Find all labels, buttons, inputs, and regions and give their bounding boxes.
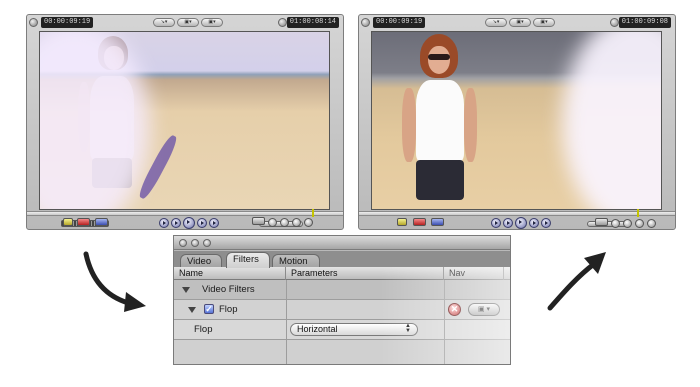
play-around-button[interactable] bbox=[209, 218, 219, 228]
disclosure-triangle-icon[interactable] bbox=[182, 287, 190, 293]
disclosure-triangle-icon[interactable] bbox=[188, 307, 196, 313]
delete-filter-icon[interactable]: ✕ bbox=[448, 303, 461, 316]
viewer-window-original: 00:00:09:19 ↘▾ ▣▾ ▣▾ 01:00:08:14 bbox=[26, 14, 344, 230]
add-marker-icon[interactable] bbox=[431, 218, 444, 226]
filter-name: Flop bbox=[219, 304, 238, 315]
timecode-jog-icon[interactable] bbox=[361, 18, 370, 27]
next-edit-button[interactable] bbox=[197, 218, 207, 228]
timecode-jog-icon[interactable] bbox=[29, 18, 38, 27]
zoom-popup[interactable]: ↘▾ bbox=[153, 18, 175, 27]
display-popup[interactable]: ▣▾ bbox=[201, 18, 223, 27]
viewer-top-bar: 00:00:09:19 ↘▾ ▣▾ ▣▾ 01:00:08:14 bbox=[27, 15, 343, 31]
previous-edit-button[interactable] bbox=[503, 218, 513, 228]
nav-menu-icon[interactable]: ▣ ▾ bbox=[468, 303, 500, 316]
play-in-to-out-button[interactable] bbox=[159, 218, 169, 228]
column-name[interactable]: Name bbox=[174, 267, 286, 280]
flop-direction-select[interactable]: Horizontal ▲ ▼ bbox=[290, 323, 418, 336]
tab-motion[interactable]: Motion bbox=[272, 254, 320, 268]
add-keyframe-button[interactable] bbox=[292, 218, 301, 227]
match-frame-icon[interactable] bbox=[63, 218, 73, 226]
timecode-duration[interactable]: 00:00:09:19 bbox=[41, 17, 94, 28]
timecode-duration[interactable]: 00:00:09:19 bbox=[373, 17, 426, 28]
select-arrows-icon: ▲ ▼ bbox=[405, 323, 411, 334]
insert-edit-icon[interactable] bbox=[595, 218, 608, 226]
curved-arrow-up-right-icon bbox=[547, 252, 606, 311]
timecode-current[interactable]: 01:00:08:14 bbox=[286, 17, 339, 28]
tab-filters[interactable]: Filters bbox=[226, 252, 270, 268]
scrubber-bar[interactable] bbox=[27, 211, 343, 216]
play-button[interactable] bbox=[515, 217, 527, 229]
light-flare-image bbox=[562, 32, 661, 209]
insert-edit-icon[interactable] bbox=[252, 217, 265, 225]
viewer-top-bar: 00:00:09:19 ↘▾ ▣▾ ▣▾ 01:00:09:08 bbox=[359, 15, 675, 31]
mark-in-button[interactable] bbox=[611, 219, 620, 228]
mark-out-button[interactable] bbox=[623, 219, 632, 228]
timecode-jog-icon[interactable] bbox=[610, 18, 619, 27]
play-in-to-out-button[interactable] bbox=[491, 218, 501, 228]
video-frame-original bbox=[39, 31, 330, 210]
timecode-jog-icon[interactable] bbox=[278, 18, 287, 27]
table-row-flop-filter: ✓ Flop ✕ ▣ ▾ bbox=[174, 300, 510, 320]
viewer-left-right-buttons bbox=[252, 217, 344, 229]
table-row-empty bbox=[174, 340, 510, 364]
column-nav[interactable]: Nav bbox=[444, 267, 504, 280]
view-popup[interactable]: ▣▾ bbox=[177, 18, 199, 27]
playhead[interactable] bbox=[312, 209, 314, 217]
filters-panel: Video Filters Motion Name Parameters Nav… bbox=[173, 235, 511, 365]
previous-edit-button[interactable] bbox=[171, 218, 181, 228]
minimize-window-icon[interactable] bbox=[191, 239, 199, 247]
add-marker-icon[interactable] bbox=[95, 218, 108, 226]
group-label: Video Filters bbox=[202, 284, 255, 295]
tab-video[interactable]: Video bbox=[180, 254, 222, 268]
timecode-current[interactable]: 01:00:09:08 bbox=[618, 17, 671, 28]
table-row-video-filters: Video Filters bbox=[174, 280, 510, 300]
zoom-popup[interactable]: ↘▾ bbox=[485, 18, 507, 27]
playhead[interactable] bbox=[637, 209, 639, 217]
filter-enabled-checkbox[interactable]: ✓ bbox=[204, 304, 214, 314]
close-window-icon[interactable] bbox=[179, 239, 187, 247]
play-button[interactable] bbox=[183, 217, 195, 229]
add-keyframe-button[interactable] bbox=[635, 219, 644, 228]
video-frame-flopped bbox=[371, 31, 662, 210]
mark-clip-icon[interactable] bbox=[413, 218, 426, 226]
marker-button[interactable] bbox=[647, 219, 656, 228]
column-parameters[interactable]: Parameters bbox=[286, 267, 444, 280]
filters-table: Name Parameters Nav Video Filters ✓ Flop… bbox=[174, 267, 510, 364]
table-row-flop-parameter: Flop Horizontal ▲ ▼ bbox=[174, 320, 510, 340]
marker-button[interactable] bbox=[304, 218, 313, 227]
woman-figure-image bbox=[402, 32, 482, 209]
match-frame-icon[interactable] bbox=[397, 218, 407, 226]
mark-clip-icon[interactable] bbox=[77, 218, 90, 226]
scrubber-bar[interactable] bbox=[359, 211, 675, 216]
panel-title-bar bbox=[174, 236, 510, 250]
mark-out-button[interactable] bbox=[280, 218, 289, 227]
viewer-window-flopped: 00:00:09:19 ↘▾ ▣▾ ▣▾ 01:00:09:08 bbox=[358, 14, 676, 230]
mark-in-button[interactable] bbox=[268, 218, 277, 227]
curved-arrow-down-right-icon bbox=[83, 251, 146, 312]
view-popup[interactable]: ▣▾ bbox=[509, 18, 531, 27]
table-header: Name Parameters Nav bbox=[174, 267, 510, 280]
display-popup[interactable]: ▣▾ bbox=[533, 18, 555, 27]
panel-tabs: Video Filters Motion bbox=[174, 251, 510, 268]
flop-direction-value: Horizontal bbox=[297, 324, 338, 334]
play-around-button[interactable] bbox=[541, 218, 551, 228]
next-edit-button[interactable] bbox=[529, 218, 539, 228]
zoom-window-icon[interactable] bbox=[203, 239, 211, 247]
parameter-name: Flop bbox=[194, 324, 213, 335]
